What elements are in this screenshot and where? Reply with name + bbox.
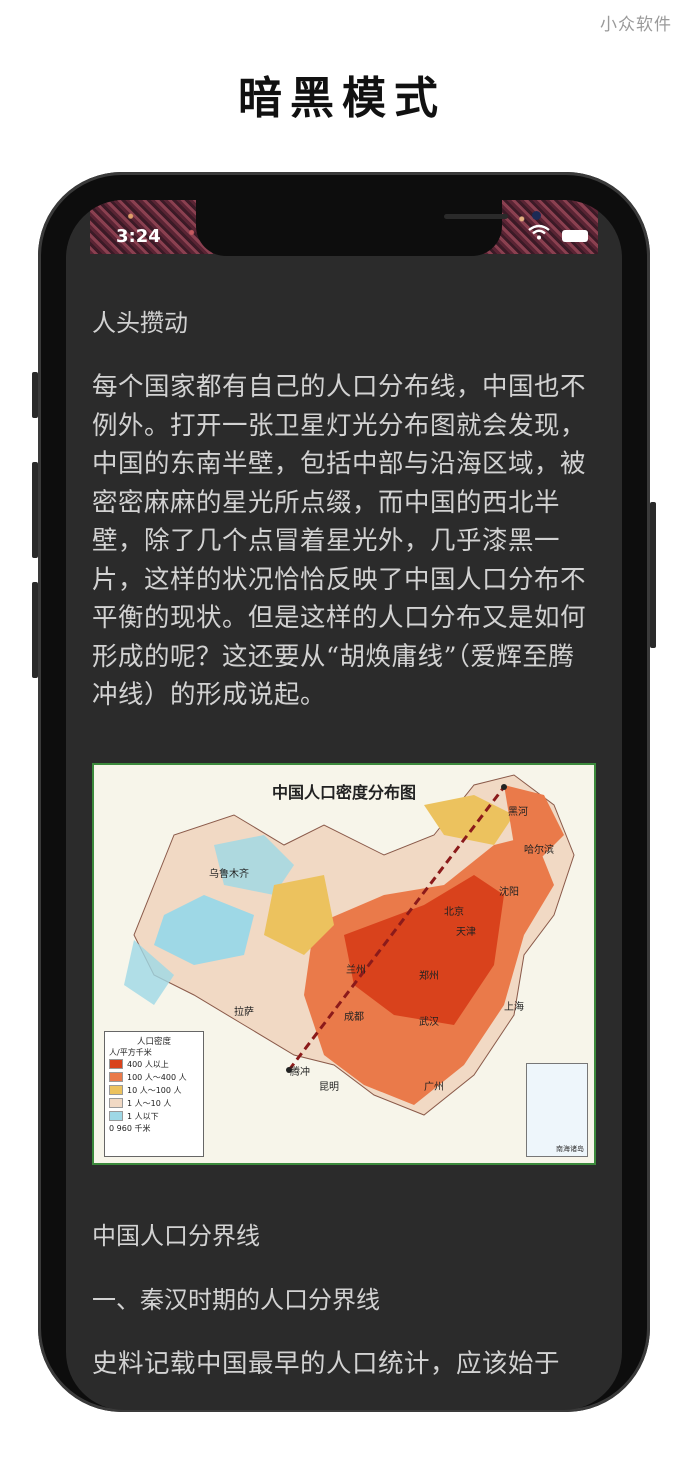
legend-unit: 人/平方千米 bbox=[109, 1047, 152, 1057]
paragraph-history: 史料记载中国最早的人口统计，应该始于 bbox=[92, 1348, 561, 1379]
wifi-icon bbox=[528, 224, 550, 245]
svg-text:北京: 北京 bbox=[444, 905, 464, 918]
svg-text:郑州: 郑州 bbox=[419, 969, 439, 982]
legend-title: 人口密度 bbox=[136, 1036, 171, 1047]
legend-item: 100 人～400 人 bbox=[109, 1071, 199, 1084]
battery-icon bbox=[562, 230, 588, 242]
svg-text:天津: 天津 bbox=[456, 926, 476, 938]
phone-screen[interactable]: 3:24 人头攒动 每个国家都有自己的人口分布线，中国也不例外。打开一张卫星灯光… bbox=[66, 200, 622, 1410]
svg-text:武汉: 武汉 bbox=[419, 1015, 439, 1028]
population-density-map[interactable]: 中国人口密度分布图 黑河 哈尔滨 沈阳 北京 天津 乌鲁木齐 兰州 郑州 上海 … bbox=[92, 762, 596, 1165]
svg-text:兰州: 兰州 bbox=[346, 963, 366, 976]
svg-text:拉萨: 拉萨 bbox=[234, 1005, 254, 1018]
status-time: 3:24 bbox=[116, 226, 161, 247]
subsection-heading: 一、秦汉时期的人口分界线 bbox=[92, 1285, 380, 1314]
camera-icon bbox=[532, 211, 541, 220]
svg-text:昆明: 昆明 bbox=[319, 1081, 339, 1093]
svg-text:广州: 广州 bbox=[424, 1081, 444, 1093]
svg-text:成都: 成都 bbox=[344, 1011, 364, 1023]
legend-item: 10 人～100 人 bbox=[109, 1084, 199, 1097]
south-china-sea-inset: 南海诸岛 bbox=[526, 1062, 588, 1157]
watermark-label: 小众软件 bbox=[600, 15, 672, 35]
power-button bbox=[650, 502, 656, 648]
svg-text:黑河: 黑河 bbox=[508, 806, 528, 818]
paragraph-intro: 每个国家都有自己的人口分布线，中国也不例外。打开一张卫星灯光分布图就会发现，中国… bbox=[92, 372, 587, 710]
promo-title: 暗黑模式 bbox=[238, 73, 446, 124]
map-legend: 人口密度 人/平方千米 400 人以上 100 人～400 人 10 人～100… bbox=[104, 1030, 204, 1157]
legend-item: 400 人以上 bbox=[109, 1058, 199, 1071]
legend-item: 1 人～10 人 bbox=[109, 1097, 199, 1110]
inset-label: 南海诸岛 bbox=[556, 1144, 584, 1153]
section-label: 人头攒动 bbox=[92, 309, 188, 337]
legend-item: 1 人以下 bbox=[109, 1110, 199, 1123]
svg-text:上海: 上海 bbox=[504, 1000, 524, 1013]
svg-text:哈尔滨: 哈尔滨 bbox=[524, 843, 554, 856]
svg-text:乌鲁木齐: 乌鲁木齐 bbox=[209, 867, 249, 880]
notch bbox=[196, 200, 541, 256]
section-heading: 中国人口分界线 bbox=[92, 1221, 260, 1250]
svg-text:沈阳: 沈阳 bbox=[499, 885, 519, 898]
speaker-grille bbox=[444, 214, 508, 219]
svg-text:腾冲: 腾冲 bbox=[290, 1065, 310, 1078]
scale-bar: 0 960 千米 bbox=[109, 1123, 151, 1133]
article-body[interactable]: 人头攒动 每个国家都有自己的人口分布线，中国也不例外。打开一张卫星灯光分布图就会… bbox=[92, 298, 596, 1383]
